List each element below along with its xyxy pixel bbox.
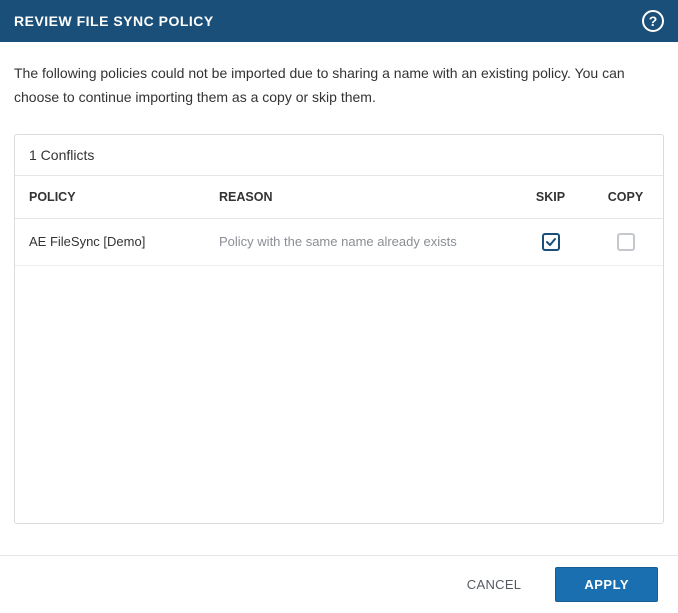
- dialog-header: REVIEW FILE SYNC POLICY ?: [0, 0, 678, 42]
- help-icon[interactable]: ?: [642, 10, 664, 32]
- column-header-copy: COPY: [588, 176, 663, 219]
- dialog-footer: CANCEL APPLY: [0, 555, 678, 613]
- conflicts-table: POLICY REASON SKIP COPY AE FileSync [Dem…: [15, 176, 663, 266]
- checkmark-icon: [545, 236, 557, 248]
- copy-checkbox[interactable]: [617, 233, 635, 251]
- table-row: AE FileSync [Demo] Policy with the same …: [15, 218, 663, 265]
- column-header-policy: POLICY: [15, 176, 205, 219]
- dialog-title: REVIEW FILE SYNC POLICY: [14, 13, 214, 29]
- reason-cell: Policy with the same name already exists: [205, 218, 513, 265]
- column-header-skip: SKIP: [513, 176, 588, 219]
- column-header-reason: REASON: [205, 176, 513, 219]
- skip-checkbox[interactable]: [542, 233, 560, 251]
- apply-button[interactable]: APPLY: [555, 567, 658, 602]
- cancel-button[interactable]: CANCEL: [461, 569, 528, 600]
- conflicts-panel: 1 Conflicts POLICY REASON SKIP COPY AE F…: [14, 134, 664, 524]
- dialog-description: The following policies could not be impo…: [0, 42, 678, 134]
- policy-name-cell: AE FileSync [Demo]: [15, 218, 205, 265]
- conflicts-count-title: 1 Conflicts: [15, 135, 663, 176]
